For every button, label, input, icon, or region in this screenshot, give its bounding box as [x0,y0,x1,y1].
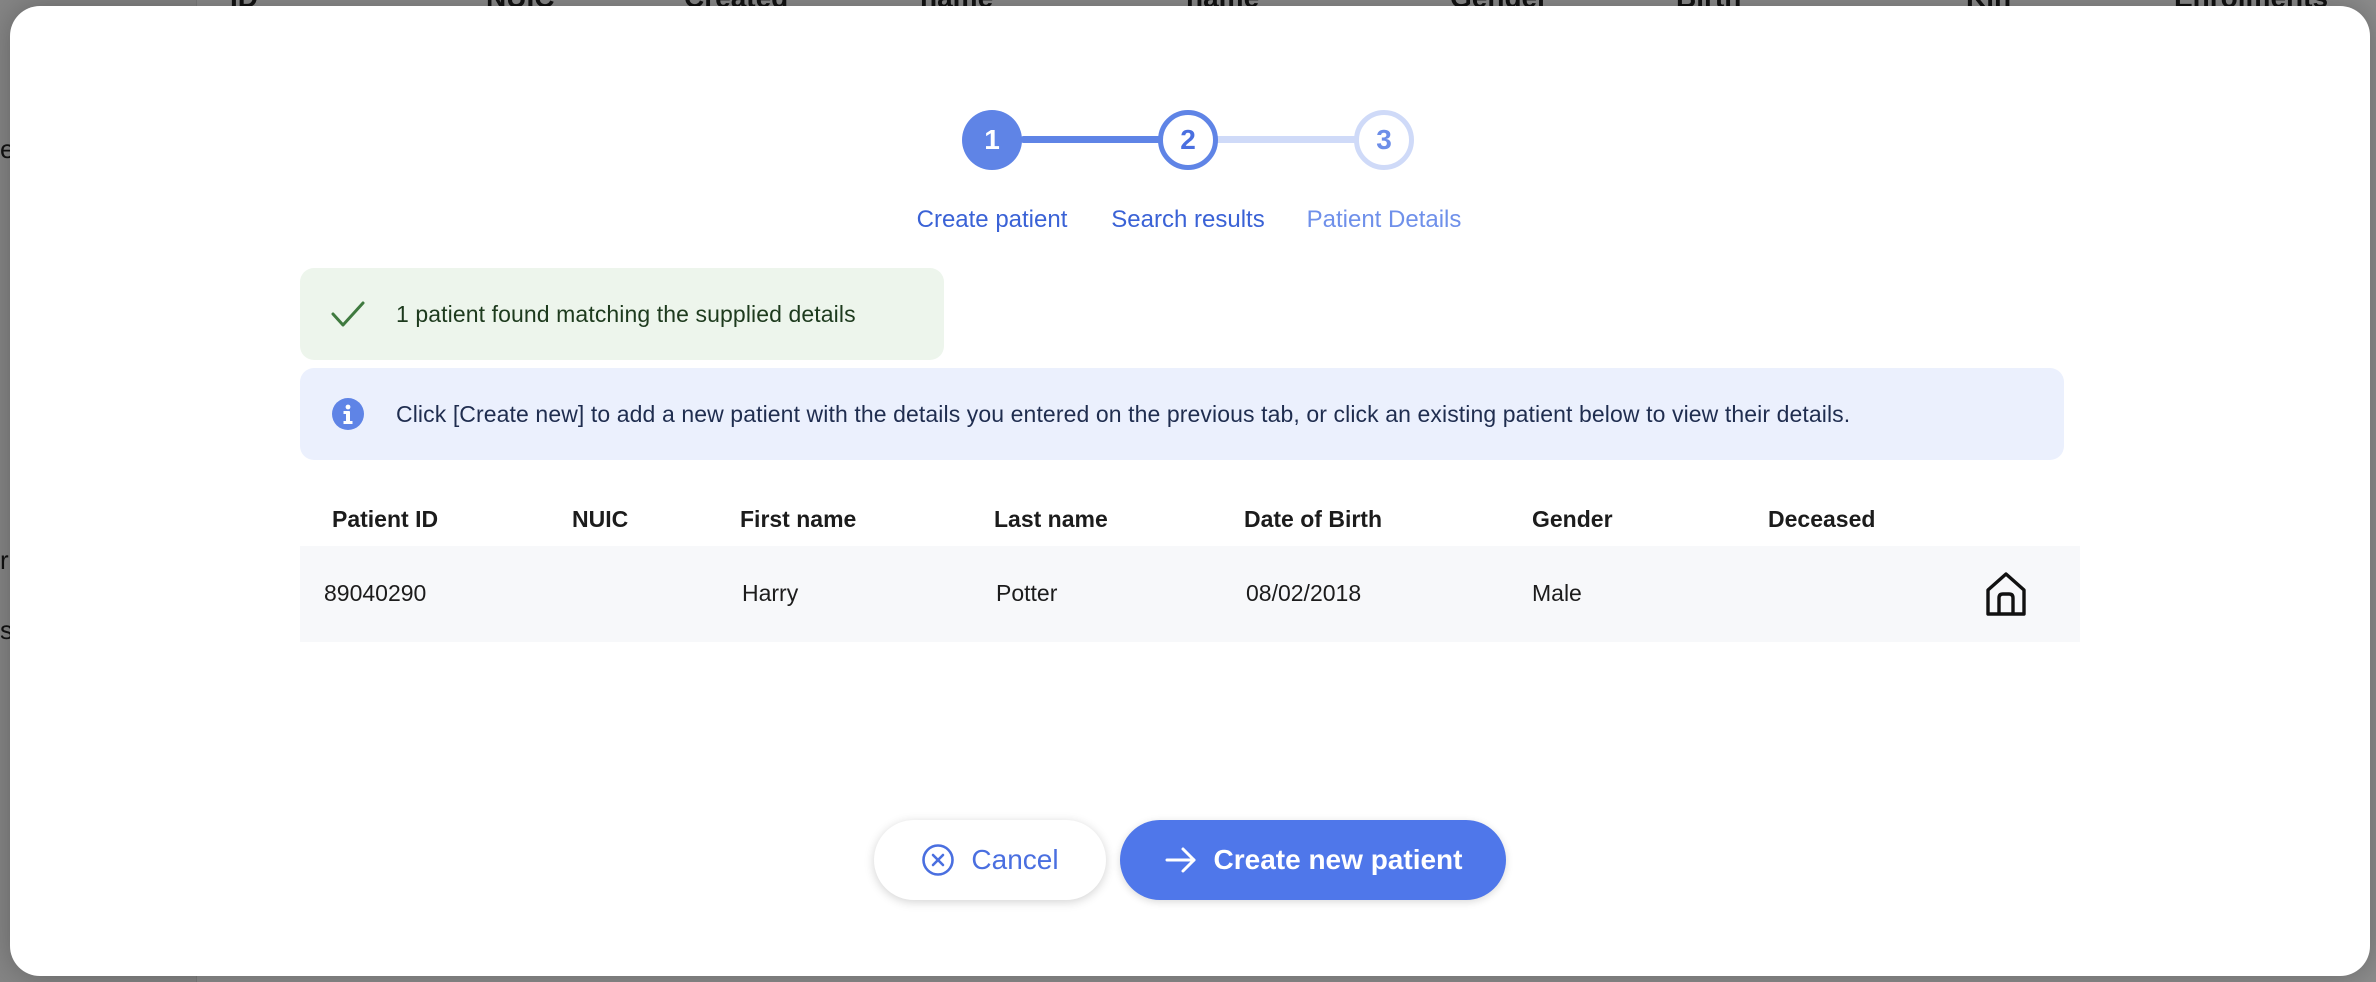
check-icon [300,299,396,329]
column-header-deceased[interactable]: Deceased [1768,506,1875,533]
info-icon [300,397,396,431]
step-1-label[interactable]: Create patient [917,206,1068,234]
home-icon[interactable] [1980,568,2032,620]
table-row[interactable]: 89040290 Harry Potter 08/02/2018 Male [300,546,2080,642]
cell-first-name: Harry [742,580,799,606]
info-alert-text: Click [Create new] to add a new patient … [396,400,1851,427]
create-new-patient-button[interactable]: Create new patient [1120,820,1506,900]
search-results-table: Patient ID NUIC First name Last name Dat… [300,496,2080,642]
step-2-label[interactable]: Search results [1111,206,1264,234]
success-alert-text: 1 patient found matching the supplied de… [396,300,856,327]
column-header-nuic[interactable]: NUIC [572,506,628,533]
cell-last-name: Potter [996,580,1058,606]
step-2-circle[interactable]: 2 [1158,110,1218,170]
step-connector-upcoming [1214,136,1374,143]
cell-patient-id: 89040290 [324,580,427,606]
create-patient-modal: 1 2 3 Create patient Search results Pati… [10,6,2370,976]
cancel-circle-icon [921,843,955,877]
step-3-circle[interactable]: 3 [1354,110,1414,170]
cell-dob: 08/02/2018 [1246,580,1362,606]
success-alert: 1 patient found matching the supplied de… [300,268,944,360]
column-header-patient-id[interactable]: Patient ID [332,506,438,533]
cancel-button-label: Cancel [971,844,1059,875]
progress-stepper: 1 2 3 Create patient Search results Pati… [10,6,2370,246]
info-alert: Click [Create new] to add a new patient … [300,368,2064,460]
cell-gender: Male [1532,580,1582,606]
step-connector-complete [1020,136,1176,143]
arrow-right-icon [1164,845,1198,875]
column-header-dob[interactable]: Date of Birth [1244,506,1382,533]
column-header-first-name[interactable]: First name [740,506,856,533]
column-header-gender[interactable]: Gender [1532,506,1613,533]
cancel-button[interactable]: Cancel [874,820,1106,900]
create-new-patient-label: Create new patient [1213,844,1463,875]
column-header-last-name[interactable]: Last name [994,506,1108,533]
step-1-circle[interactable]: 1 [962,110,1022,170]
table-header: Patient ID NUIC First name Last name Dat… [300,496,2080,546]
step-3-label[interactable]: Patient Details [1307,206,1462,234]
